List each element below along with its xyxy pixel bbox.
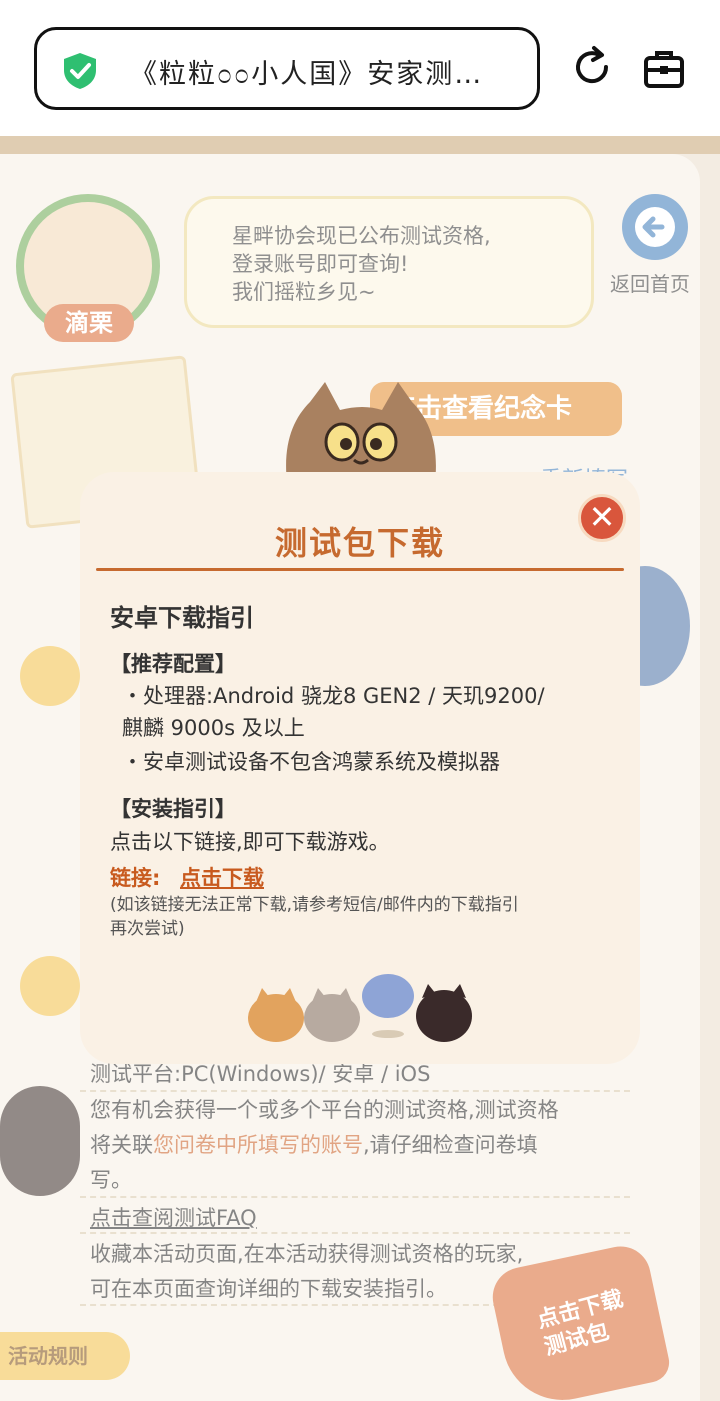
reload-icon[interactable] xyxy=(570,45,614,89)
toolbox-icon[interactable] xyxy=(642,47,686,91)
shield-check-icon xyxy=(64,53,96,89)
processor-line-2: 麒麟 9000s 及以上 xyxy=(122,716,305,740)
android-guide-heading: 安卓下载指引 xyxy=(110,604,254,632)
install-guide-heading: 【安装指引】 xyxy=(110,797,236,821)
page-title[interactable]: 《粒粒೦೦小人国》安家测… xyxy=(130,52,510,91)
modal-title: 测试包下载 xyxy=(274,524,445,562)
browser-toolbar: 《粒粒೦೦小人国》安家测… xyxy=(0,0,720,136)
title-divider xyxy=(96,568,624,571)
device-requirement: ・安卓测试设备不包含鸿蒙系统及模拟器 xyxy=(122,750,500,774)
link-label: 链接: xyxy=(110,866,161,890)
download-link[interactable]: 点击下载 xyxy=(180,862,264,892)
processor-line-1: ・处理器:Android 骁龙8 GEN2 / 天玑9200/ xyxy=(122,684,545,708)
download-note: (如该链接无法正常下载,请参考短信/邮件内的下载指引 再次尝试) xyxy=(110,895,519,939)
recommended-config-heading: 【推荐配置】 xyxy=(110,652,236,676)
install-instructions: 点击以下链接,即可下载游戏。 xyxy=(110,830,390,854)
cat-group-illustration xyxy=(248,974,472,1042)
